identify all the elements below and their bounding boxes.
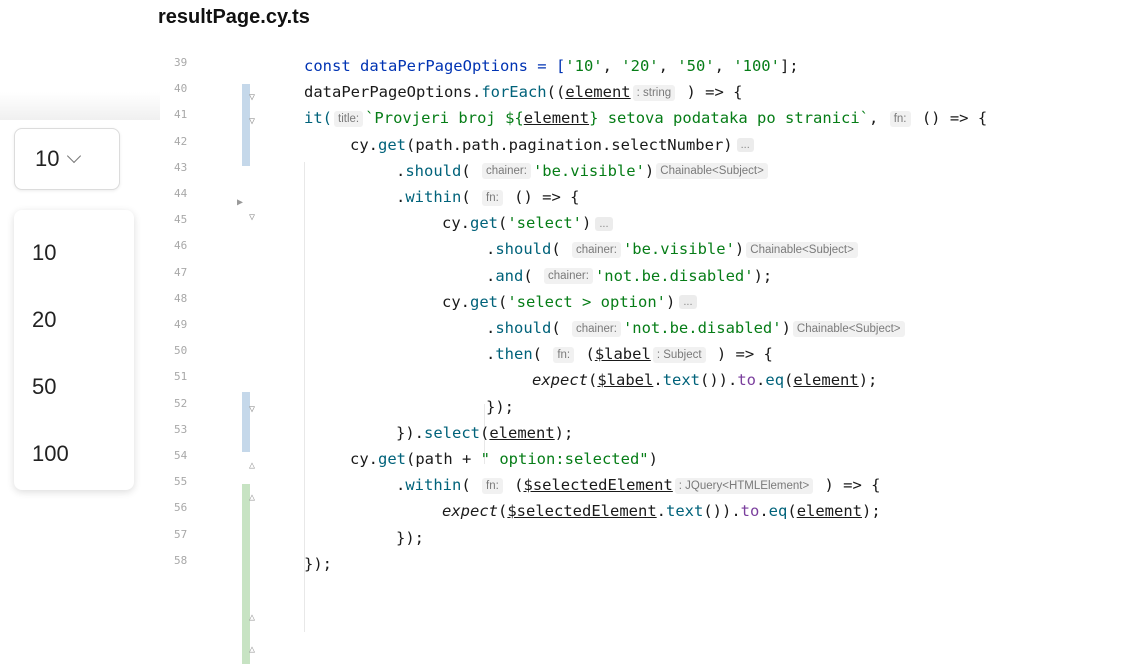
code-line-56: expect($selectedElement.text()).to.eq(el…	[442, 502, 881, 521]
line-number: 40	[174, 82, 188, 96]
option-10[interactable]: 10	[32, 240, 56, 266]
code-line-50: .then( fn: ($label: Subject ) => {	[486, 345, 773, 364]
fold-icon[interactable]: ▽	[246, 404, 258, 416]
code-line-57: });	[396, 528, 424, 547]
fold-end-icon[interactable]: △	[246, 644, 258, 656]
line-number: 58	[174, 553, 188, 567]
code-line-40: dataPerPageOptions.forEach((element: str…	[304, 83, 743, 102]
code-line-55: .within( fn: ($selectedElement: JQuery<H…	[396, 476, 881, 495]
line-number: 43	[174, 160, 188, 174]
code-line-43: .should( chainer:'be.visible') Chainable<…	[396, 159, 770, 183]
line-number: 56	[174, 501, 188, 515]
fold-end-icon[interactable]: △	[246, 460, 258, 472]
fold-icon[interactable]: ▽	[246, 212, 258, 224]
line-number: 52	[174, 396, 188, 410]
chevron-down-icon	[67, 148, 82, 164]
line-number: 42	[174, 134, 188, 148]
background-fade	[0, 92, 160, 120]
line-number: 49	[174, 318, 188, 331]
fold-icon[interactable]: ▽	[246, 116, 258, 128]
option-50[interactable]: 50	[32, 374, 56, 400]
line-number: 46	[174, 239, 188, 253]
code-line-39: const dataPerPageOptions = ['10', '20', …	[304, 57, 799, 75]
per-page-options-menu: 10 20 50 100	[14, 210, 134, 490]
code-line-46: .should( chainer:'be.visible') Chainable<…	[486, 237, 860, 261]
per-page-selected-value: 10	[35, 146, 60, 171]
editor-gutter: ▽ ▽ ▶ ▽ ▽ △ △ △ △ 39 40 41 42 43 44 45 46 47 48 49…	[150, 52, 262, 666]
add-marker	[242, 484, 250, 664]
option-100[interactable]: 100	[32, 441, 69, 467]
fold-end-icon[interactable]: △	[246, 612, 258, 624]
code-line-42: cy.get(path.path.pagination.selectNumber…	[350, 133, 754, 157]
per-page-select[interactable]: 10	[14, 128, 120, 190]
line-number: 44	[174, 187, 188, 200]
code-line-54: cy.get(path + " option:selected")	[350, 450, 658, 468]
line-number: 55	[174, 475, 188, 489]
code-line-48: cy.get('select > option')...	[442, 290, 697, 314]
line-number: 54	[174, 449, 188, 462]
collapsed-chain[interactable]: ...	[736, 138, 754, 153]
line-number: 57	[174, 527, 188, 541]
code-line-51: expect($label.text()).to.eq(element);	[532, 371, 878, 390]
line-number: 48	[174, 291, 188, 305]
code-line-53: }).select(element);	[396, 423, 574, 442]
collapsed-chain[interactable]: ...	[595, 216, 613, 231]
line-number: 45	[174, 213, 188, 227]
option-20[interactable]: 20	[32, 307, 56, 333]
line-number: 50	[174, 344, 188, 358]
code-line-47: .and( chainer:'not.be.disabled');	[486, 266, 773, 285]
change-marker	[242, 392, 250, 452]
line-number: 53	[174, 422, 188, 436]
line-number: 39	[174, 56, 188, 69]
code-line-58: });	[304, 554, 332, 573]
fold-end-icon[interactable]: △	[246, 492, 258, 504]
file-title: resultPage.cy.ts	[158, 6, 310, 28]
line-number: 41	[174, 108, 188, 122]
code-line-45: cy.get('select')...	[442, 211, 613, 235]
fold-icon[interactable]: ▽	[246, 92, 258, 104]
code-line-44: .within( fn: () => {	[396, 188, 580, 206]
code-line-41: it(title: `Provjeri broj ${element} setov…	[304, 109, 988, 128]
code-line-52: });	[486, 397, 514, 416]
line-number: 47	[174, 265, 188, 279]
line-number: 51	[174, 370, 188, 384]
collapsed-chain[interactable]: ...	[679, 295, 697, 310]
breakpoint-arrow-icon[interactable]: ▶	[234, 197, 246, 209]
code-line-49: .should( chainer:'not.be.disabled') Chain…	[486, 316, 907, 340]
